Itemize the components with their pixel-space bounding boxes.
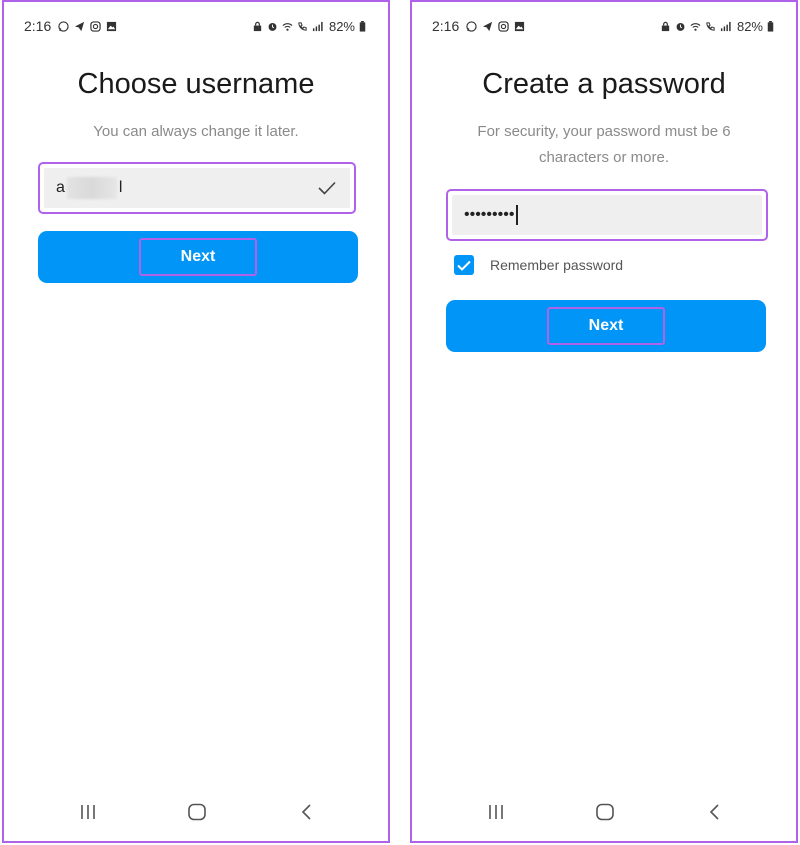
status-time: 2:16 bbox=[432, 18, 460, 34]
username-value: al bbox=[44, 177, 122, 199]
recents-icon[interactable] bbox=[487, 803, 505, 821]
username-prefix: a bbox=[56, 179, 65, 197]
username-field-highlight: al bbox=[38, 162, 356, 214]
password-mask: ••••••••• bbox=[452, 205, 518, 225]
checkmark-icon bbox=[457, 260, 471, 271]
username-suffix: l bbox=[118, 179, 123, 197]
page-subtitle: You can always change it later. bbox=[93, 123, 299, 140]
text-cursor bbox=[516, 205, 518, 225]
status-time: 2:16 bbox=[24, 18, 52, 34]
next-button-label: Next bbox=[180, 248, 216, 265]
battery-percent: 82% bbox=[328, 18, 355, 34]
next-button-label: Next bbox=[588, 317, 624, 334]
wifi-icon bbox=[282, 22, 293, 31]
home-icon[interactable] bbox=[595, 803, 615, 821]
telegram-icon bbox=[483, 21, 493, 31]
password-field-highlight: ••••••••• bbox=[446, 189, 768, 241]
battery-percent: 82% bbox=[736, 18, 763, 34]
username-screen: 2:16 82% Choose username You can always … bbox=[2, 0, 390, 843]
recents-icon[interactable] bbox=[79, 803, 97, 821]
status-bar: 2:16 82% bbox=[412, 16, 796, 36]
status-bar: 2:16 82% bbox=[4, 16, 388, 36]
password-input[interactable]: ••••••••• bbox=[452, 195, 762, 235]
signal-icon bbox=[312, 21, 323, 31]
call-icon bbox=[298, 21, 307, 31]
password-dots: ••••••••• bbox=[464, 206, 515, 224]
battery-icon bbox=[359, 20, 366, 32]
remember-password-label: Remember password bbox=[490, 257, 624, 273]
next-button-highlight: Next bbox=[547, 307, 665, 345]
back-icon[interactable] bbox=[708, 803, 722, 821]
checkmark-icon bbox=[318, 181, 336, 195]
wifi-icon bbox=[690, 22, 701, 31]
whatsapp-icon bbox=[58, 20, 69, 32]
remember-password-row[interactable]: Remember password bbox=[454, 255, 623, 275]
next-button-highlight: Next bbox=[139, 238, 257, 276]
next-button[interactable]: Next bbox=[446, 300, 766, 352]
alarm-icon bbox=[676, 22, 685, 31]
back-icon[interactable] bbox=[300, 803, 314, 821]
next-button[interactable]: Next bbox=[38, 231, 358, 283]
gallery-icon bbox=[515, 21, 525, 31]
battery-icon bbox=[767, 20, 774, 32]
whatsapp-icon bbox=[466, 20, 477, 32]
navigation-bar bbox=[4, 803, 388, 827]
remember-password-checkbox[interactable] bbox=[454, 255, 474, 275]
gallery-icon bbox=[107, 21, 117, 31]
instagram-icon bbox=[90, 20, 101, 32]
signal-icon bbox=[720, 21, 731, 31]
call-icon bbox=[706, 21, 715, 31]
password-screen: 2:16 82% Create a password For security,… bbox=[410, 0, 798, 843]
redacted-text bbox=[66, 177, 117, 199]
instagram-icon bbox=[498, 20, 509, 32]
alarm-icon bbox=[268, 22, 277, 31]
telegram-icon bbox=[75, 21, 85, 31]
navigation-bar bbox=[412, 803, 796, 827]
username-input[interactable]: al bbox=[44, 168, 350, 208]
home-icon[interactable] bbox=[187, 803, 207, 821]
lock-icon bbox=[661, 21, 670, 31]
page-title: Create a password bbox=[482, 68, 726, 100]
page-title: Choose username bbox=[77, 68, 315, 100]
lock-icon bbox=[253, 21, 262, 31]
page-subtitle: For security, your password must be 6 ch… bbox=[477, 123, 731, 166]
